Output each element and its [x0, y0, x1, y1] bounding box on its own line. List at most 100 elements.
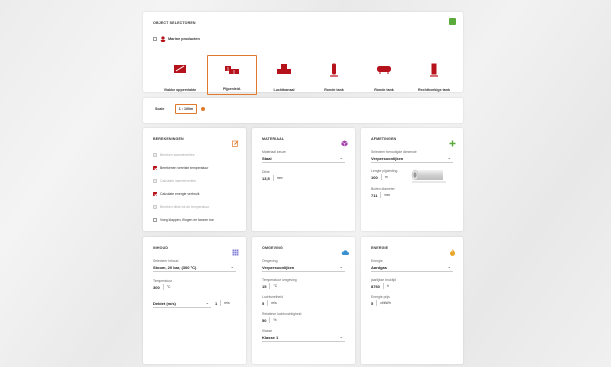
environment-select-value: Verpersoonlijken — [262, 264, 295, 270]
scale-value: 1 : 100m — [178, 107, 194, 111]
calc-checkbox[interactable] — [153, 218, 157, 222]
type-air-duct[interactable]: Luchtkanaal — [259, 55, 309, 95]
calc-checkbox[interactable] — [153, 153, 157, 157]
energy-panel: ENERGIE Energie Aardgas ⌄ jaarlijkse bru… — [361, 237, 463, 364]
calculations-panel: BEREKENINGEN Bereken warmteverlies Berek… — [143, 128, 246, 231]
calc-checkbox[interactable] — [153, 179, 157, 183]
wind-speed-input[interactable]: 5 m/s — [262, 299, 277, 307]
ambient-temperature-input[interactable]: 15 °C — [262, 282, 277, 290]
energy-price-value: 5 — [371, 300, 374, 306]
outer-diameter-input[interactable]: 711 mm — [371, 191, 390, 199]
object-selectors-title: OBJECT SELECTOREN — [153, 21, 196, 25]
edit-icon[interactable] — [232, 134, 239, 147]
flow-select-value: Debiet (m/s) — [153, 300, 176, 306]
thickness-value: 13,5 — [262, 175, 270, 181]
marine-checkbox[interactable] — [153, 37, 157, 41]
round-tank-horizontal-icon — [376, 63, 392, 76]
class-select[interactable]: Klasse 1 ⌄ — [262, 333, 345, 342]
calc-option-label: Calculate energie verbruik — [160, 192, 200, 196]
flat-surface-icon — [173, 63, 187, 76]
scale-input[interactable]: 1 : 100m — [175, 104, 197, 114]
chevron-down-icon: ⌄ — [339, 155, 343, 160]
type-round-tank-horizontal[interactable]: Ronde tank — [359, 55, 409, 95]
add-icon[interactable] — [449, 18, 456, 30]
energy-price-input[interactable]: 5 ct/kWh — [371, 299, 391, 307]
marine-products-toggle[interactable]: Marine producten — [153, 36, 200, 42]
pipe-icon — [224, 64, 240, 77]
environment-panel: OMGEVING Omgeving Verpersoonlijken ⌄ Tem… — [252, 237, 355, 364]
calc-option[interactable]: Berekenen vereiste temperatuur — [153, 166, 208, 170]
content-panel: INHOUD Selecteer inhoud Stoom, 20 bar, (… — [143, 237, 246, 364]
calc-option-label: Berekenen vereiste temperatuur — [160, 166, 209, 170]
calc-option[interactable]: Bereken warmteverlies — [153, 153, 194, 157]
calc-option[interactable]: Calculate energie verbruik — [153, 192, 199, 196]
cube-icon — [341, 134, 348, 147]
chevron-down-icon: ⌄ — [447, 155, 451, 160]
material-panel: MATERIAAL Materiaal keuze Staal ⌄ Dikte … — [252, 128, 355, 231]
humidity-input[interactable]: 50 % — [262, 316, 276, 324]
calc-checkbox[interactable] — [153, 166, 157, 170]
material-type-value: Staal — [262, 155, 272, 161]
content-title: INHOUD — [153, 246, 169, 250]
outer-diameter-value: 711 — [371, 192, 378, 198]
marine-label: Marine producten — [168, 37, 200, 41]
pipe-length-value: 100 — [371, 174, 378, 180]
temperature-value: 300 — [153, 284, 160, 290]
chevron-down-icon: ⌄ — [230, 264, 234, 269]
flame-icon — [449, 243, 456, 256]
content-select-value: Stoom, 20 bar, (300 °C) — [153, 264, 197, 270]
dimensions-panel: AFMETINGEN Selecteer benodigde dimensie … — [361, 128, 463, 231]
scale-reset-icon[interactable] — [201, 107, 205, 111]
operating-hours-value: 8760 — [371, 283, 380, 289]
rectangular-tank-icon — [429, 63, 439, 78]
chevron-down-icon: ⌄ — [447, 264, 451, 269]
cloud-icon — [341, 243, 349, 255]
flow-select[interactable]: Debiet (m/s) ⌄ — [153, 299, 211, 308]
calc-option[interactable]: Bereken dikte tot de temperatuur — [153, 205, 209, 209]
type-label: Ronde tank — [324, 88, 344, 92]
dimensions-title: AFMETINGEN — [371, 137, 397, 141]
calc-checkbox[interactable] — [153, 205, 157, 209]
pipe-length-input[interactable]: 100 m — [371, 173, 388, 181]
thickness-input[interactable]: 13,5 mm — [262, 174, 282, 182]
energy-title: ENERGIE — [371, 246, 389, 250]
type-label: Vlakke oppervlakte — [163, 88, 197, 92]
temperature-input[interactable]: 300 °C — [153, 283, 171, 291]
chevron-down-icon: ⌄ — [339, 334, 343, 339]
plus-icon[interactable] — [449, 134, 456, 147]
type-label: Luchtkanaal — [273, 88, 295, 92]
dimension-select[interactable]: Verpersoonlijken ⌄ — [371, 154, 453, 163]
ambient-temperature-value: 15 — [262, 283, 267, 289]
environment-title: OMGEVING — [262, 246, 283, 250]
temperature-unit: °C — [166, 285, 171, 289]
environment-select[interactable]: Verpersoonlijken ⌄ — [262, 263, 345, 272]
air-duct-icon — [276, 63, 292, 76]
dimension-select-value: Verpersoonlijken — [371, 155, 404, 161]
type-pipe[interactable]: Pijpenleid. — [207, 55, 257, 95]
type-label: Pijpenleid. — [223, 87, 241, 91]
flow-input[interactable]: 1 m/s — [215, 299, 230, 307]
material-type-select[interactable]: Staal ⌄ — [262, 154, 345, 163]
humidity-unit: % — [273, 318, 277, 322]
chevron-down-icon: ⌄ — [205, 300, 209, 305]
calc-option-label: Voeg klappen, flingen en fanzen toe — [160, 218, 214, 222]
energy-select[interactable]: Aardgas ⌄ — [371, 263, 453, 272]
chevron-down-icon: ⌄ — [339, 264, 343, 269]
flow-unit: m/s — [224, 301, 230, 305]
calc-checkbox[interactable] — [153, 192, 157, 196]
type-rectangular-tank[interactable]: Rechthoekige tank — [409, 55, 459, 95]
calc-option[interactable]: Voeg klappen, flingen en fanzen toe — [153, 218, 214, 222]
calc-option[interactable]: Calculate warmteverlies — [153, 179, 196, 183]
scale-label: Scale — [155, 107, 165, 111]
type-flat-surface[interactable]: Vlakke oppervlakte — [155, 55, 205, 95]
object-selectors-panel: OBJECT SELECTOREN Marine producten Vlakk… — [143, 12, 463, 95]
operating-hours-unit: h — [386, 284, 389, 288]
type-label: Rechthoekige tank — [418, 88, 450, 92]
class-select-value: Klasse 1 — [262, 334, 279, 340]
content-select[interactable]: Stoom, 20 bar, (300 °C) ⌄ — [153, 263, 236, 272]
operating-hours-input[interactable]: 8760 h — [371, 282, 389, 290]
scale-panel: Scale 1 : 100m — [143, 98, 463, 123]
material-title: MATERIAAL — [262, 137, 285, 141]
type-round-tank-vertical[interactable]: Ronde tank — [309, 55, 359, 95]
wind-speed-unit: m/s — [271, 301, 277, 305]
